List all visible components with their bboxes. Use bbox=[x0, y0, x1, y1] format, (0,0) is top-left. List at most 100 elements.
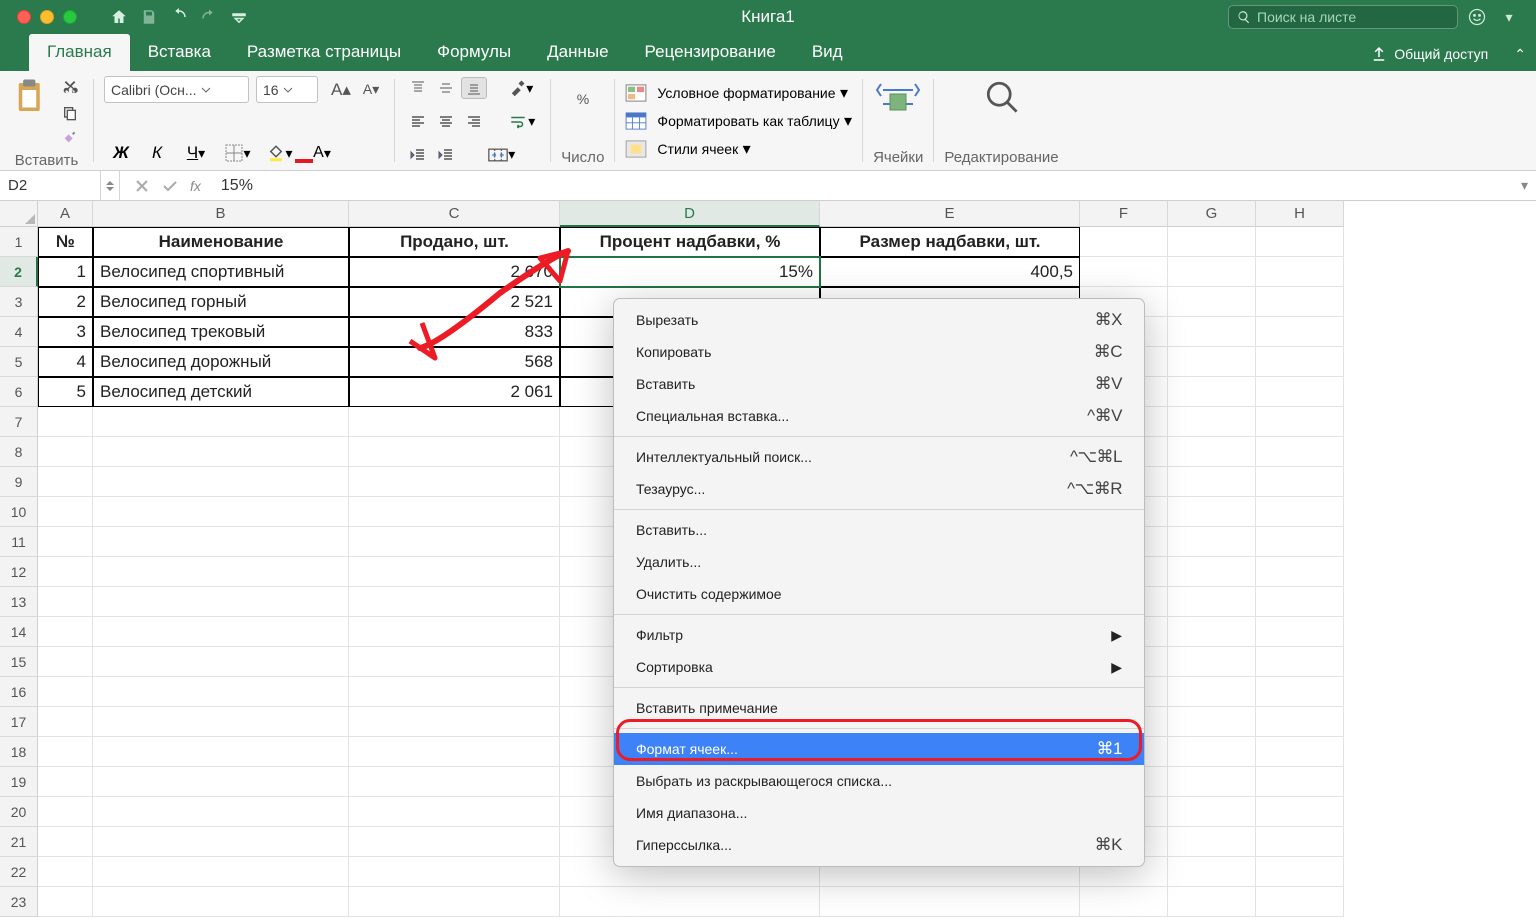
tab-review[interactable]: Рецензирование bbox=[627, 34, 794, 71]
cell-F23[interactable] bbox=[1080, 887, 1168, 917]
cell-G5[interactable] bbox=[1168, 347, 1256, 377]
cell-C12[interactable] bbox=[349, 557, 560, 587]
cell-H4[interactable] bbox=[1256, 317, 1344, 347]
menu-insert-comment[interactable]: Вставить примечание bbox=[614, 692, 1144, 724]
cell-B19[interactable] bbox=[93, 767, 349, 797]
menu-format-cells[interactable]: Формат ячеек...⌘1 bbox=[614, 733, 1144, 765]
cell-G15[interactable] bbox=[1168, 647, 1256, 677]
cell-G3[interactable] bbox=[1168, 287, 1256, 317]
cell-B8[interactable] bbox=[93, 437, 349, 467]
menu-copy[interactable]: Копировать⌘C bbox=[614, 336, 1144, 368]
menu-smart-lookup[interactable]: Интеллектуальный поиск...^⌥⌘L bbox=[614, 441, 1144, 473]
format-painter-icon[interactable] bbox=[57, 126, 83, 148]
cell-D2[interactable]: 15% bbox=[560, 257, 820, 287]
cell-G23[interactable] bbox=[1168, 887, 1256, 917]
row-header-16[interactable]: 16 bbox=[0, 677, 38, 707]
sheet-search[interactable]: Поиск на листе bbox=[1228, 5, 1458, 29]
minimize-window-button[interactable] bbox=[40, 10, 54, 24]
cell-F1[interactable] bbox=[1080, 227, 1168, 257]
cell-A19[interactable] bbox=[38, 767, 93, 797]
cell-H13[interactable] bbox=[1256, 587, 1344, 617]
cell-H8[interactable] bbox=[1256, 437, 1344, 467]
font-color-button[interactable]: A▾ bbox=[302, 141, 342, 165]
cell-C7[interactable] bbox=[349, 407, 560, 437]
col-header-F[interactable]: F bbox=[1080, 201, 1168, 227]
col-header-H[interactable]: H bbox=[1256, 201, 1344, 227]
cell-A2[interactable]: 1 bbox=[38, 257, 93, 287]
redo-icon[interactable] bbox=[195, 5, 223, 29]
cell-G12[interactable] bbox=[1168, 557, 1256, 587]
name-box-dropdown[interactable] bbox=[100, 171, 120, 200]
row-header-20[interactable]: 20 bbox=[0, 797, 38, 827]
cell-H10[interactable] bbox=[1256, 497, 1344, 527]
bold-button[interactable]: Ж bbox=[104, 140, 138, 166]
cell-C3[interactable]: 2 521 bbox=[349, 287, 560, 317]
save-icon[interactable] bbox=[135, 5, 163, 29]
cell-G19[interactable] bbox=[1168, 767, 1256, 797]
cell-H23[interactable] bbox=[1256, 887, 1344, 917]
cell-H20[interactable] bbox=[1256, 797, 1344, 827]
orientation-icon[interactable]: ▾ bbox=[503, 76, 538, 100]
cell-B17[interactable] bbox=[93, 707, 349, 737]
cell-B12[interactable] bbox=[93, 557, 349, 587]
col-header-E[interactable]: E bbox=[820, 201, 1080, 227]
feedback-chevron-icon[interactable]: ▾ bbox=[1496, 4, 1522, 30]
cell-G17[interactable] bbox=[1168, 707, 1256, 737]
decrease-font-icon[interactable]: A▾ bbox=[358, 78, 384, 101]
cell-H17[interactable] bbox=[1256, 707, 1344, 737]
format-as-table-button[interactable]: Форматировать как таблицу ▾ bbox=[625, 111, 852, 131]
menu-define-name[interactable]: Имя диапазона... bbox=[614, 797, 1144, 829]
row-header-4[interactable]: 4 bbox=[0, 317, 38, 347]
menu-filter[interactable]: Фильтр▶ bbox=[614, 619, 1144, 651]
tab-home[interactable]: Главная bbox=[29, 34, 130, 71]
cell-G6[interactable] bbox=[1168, 377, 1256, 407]
row-header-12[interactable]: 12 bbox=[0, 557, 38, 587]
cell-A18[interactable] bbox=[38, 737, 93, 767]
tab-formulas[interactable]: Формулы bbox=[419, 34, 529, 71]
increase-font-icon[interactable]: A▴ bbox=[326, 77, 356, 103]
tab-view[interactable]: Вид bbox=[794, 34, 861, 71]
cell-C15[interactable] bbox=[349, 647, 560, 677]
menu-thesaurus[interactable]: Тезаурус...^⌥⌘R bbox=[614, 473, 1144, 505]
cell-G22[interactable] bbox=[1168, 857, 1256, 887]
cell-D23[interactable] bbox=[560, 887, 820, 917]
cell-C6[interactable]: 2 061 bbox=[349, 377, 560, 407]
merge-cells-icon[interactable]: ▾ bbox=[483, 143, 520, 166]
menu-paste[interactable]: Вставить⌘V bbox=[614, 368, 1144, 400]
cell-C2[interactable]: 2 670 bbox=[349, 257, 560, 287]
cell-B4[interactable]: Велосипед трековый bbox=[93, 317, 349, 347]
font-name-combo[interactable]: Calibri (Осн... bbox=[104, 76, 249, 103]
cell-C1[interactable]: Продано, шт. bbox=[349, 227, 560, 257]
cell-C22[interactable] bbox=[349, 857, 560, 887]
close-window-button[interactable] bbox=[17, 10, 31, 24]
cell-G16[interactable] bbox=[1168, 677, 1256, 707]
cell-C5[interactable]: 568 bbox=[349, 347, 560, 377]
cell-A1[interactable]: № bbox=[38, 227, 93, 257]
find-icon[interactable] bbox=[979, 76, 1025, 118]
cell-G18[interactable] bbox=[1168, 737, 1256, 767]
align-center-icon[interactable] bbox=[433, 111, 459, 133]
cell-G7[interactable] bbox=[1168, 407, 1256, 437]
cell-A4[interactable]: 3 bbox=[38, 317, 93, 347]
wrap-text-icon[interactable]: ▾ bbox=[503, 110, 540, 134]
cell-G1[interactable] bbox=[1168, 227, 1256, 257]
col-header-B[interactable]: B bbox=[93, 201, 349, 227]
name-box[interactable]: D2 bbox=[0, 177, 100, 194]
ribbon-collapse-icon[interactable]: ⌃ bbox=[1504, 38, 1536, 71]
increase-indent-icon[interactable] bbox=[433, 144, 459, 166]
align-left-icon[interactable] bbox=[405, 111, 431, 133]
cut-icon[interactable] bbox=[57, 78, 83, 100]
cell-C18[interactable] bbox=[349, 737, 560, 767]
row-header-5[interactable]: 5 bbox=[0, 347, 38, 377]
cell-F2[interactable] bbox=[1080, 257, 1168, 287]
row-header-11[interactable]: 11 bbox=[0, 527, 38, 557]
cell-H16[interactable] bbox=[1256, 677, 1344, 707]
cell-C8[interactable] bbox=[349, 437, 560, 467]
row-header-2[interactable]: 2 bbox=[0, 257, 38, 287]
cell-C17[interactable] bbox=[349, 707, 560, 737]
cell-B16[interactable] bbox=[93, 677, 349, 707]
tab-data[interactable]: Данные bbox=[529, 34, 626, 71]
cell-A16[interactable] bbox=[38, 677, 93, 707]
cell-C13[interactable] bbox=[349, 587, 560, 617]
cell-A9[interactable] bbox=[38, 467, 93, 497]
